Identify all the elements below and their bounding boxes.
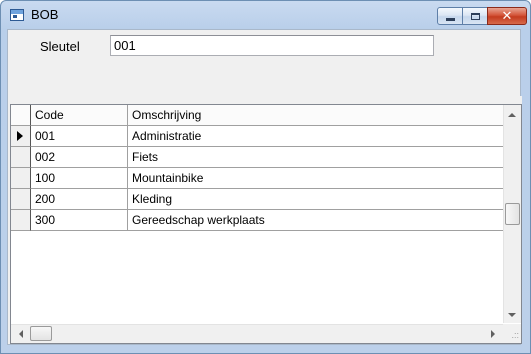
vertical-scroll-thumb[interactable] — [505, 203, 520, 225]
cell-code[interactable]: 100 — [31, 168, 128, 189]
vertical-scrollbar[interactable] — [503, 105, 521, 323]
row-selector[interactable] — [11, 168, 31, 189]
minimize-icon — [445, 17, 455, 21]
title-bar[interactable]: BOB ✕ — [1, 1, 530, 29]
maximize-button[interactable] — [462, 7, 488, 25]
column-header-code[interactable]: Code — [31, 105, 128, 126]
grid-header-row: Code Omschrijving — [11, 105, 504, 126]
cell-description[interactable]: Gereedschap werkplaats — [128, 210, 504, 231]
cell-description[interactable]: Administratie — [128, 126, 504, 147]
close-button[interactable]: ✕ — [487, 7, 527, 25]
cell-code[interactable]: 001 — [31, 126, 128, 147]
cell-description[interactable]: Mountainbike — [128, 168, 504, 189]
cell-code[interactable]: 200 — [31, 189, 128, 210]
maximize-icon — [470, 12, 480, 20]
cell-description[interactable]: Fiets — [128, 147, 504, 168]
table-row[interactable]: 300 Gereedschap werkplaats — [11, 210, 504, 231]
column-header-description[interactable]: Omschrijving — [128, 105, 504, 126]
close-icon: ✕ — [501, 8, 513, 24]
table-row[interactable]: 001 Administratie — [11, 126, 504, 147]
data-grid[interactable]: Code Omschrijving 001 Administratie 002 … — [10, 104, 522, 344]
table-row[interactable]: 200 Kleding — [11, 189, 504, 210]
scroll-right-icon[interactable] — [491, 330, 495, 338]
cell-code[interactable]: 300 — [31, 210, 128, 231]
window-title: BOB — [31, 7, 59, 22]
row-selector[interactable] — [11, 210, 31, 231]
scroll-left-icon[interactable] — [19, 330, 23, 338]
horizontal-scrollbar[interactable] — [11, 324, 503, 343]
cell-code[interactable]: 002 — [31, 147, 128, 168]
row-selector[interactable] — [11, 126, 31, 147]
table-row[interactable]: 100 Mountainbike — [11, 168, 504, 189]
horizontal-scroll-thumb[interactable] — [30, 326, 52, 341]
row-selector[interactable] — [11, 147, 31, 168]
size-grip-icon[interactable]: .:: — [503, 324, 521, 343]
row-pointer-icon — [17, 131, 23, 141]
key-label: Sleutel — [40, 39, 80, 54]
cell-description[interactable]: Kleding — [128, 189, 504, 210]
table-row[interactable]: 002 Fiets — [11, 147, 504, 168]
scroll-down-icon[interactable] — [508, 313, 516, 317]
app-window-icon[interactable] — [10, 9, 24, 21]
scroll-up-icon[interactable] — [508, 113, 516, 117]
header-corner[interactable] — [11, 105, 31, 126]
row-selector[interactable] — [11, 189, 31, 210]
key-input[interactable]: 001 — [110, 35, 434, 56]
minimize-button[interactable] — [437, 7, 463, 25]
